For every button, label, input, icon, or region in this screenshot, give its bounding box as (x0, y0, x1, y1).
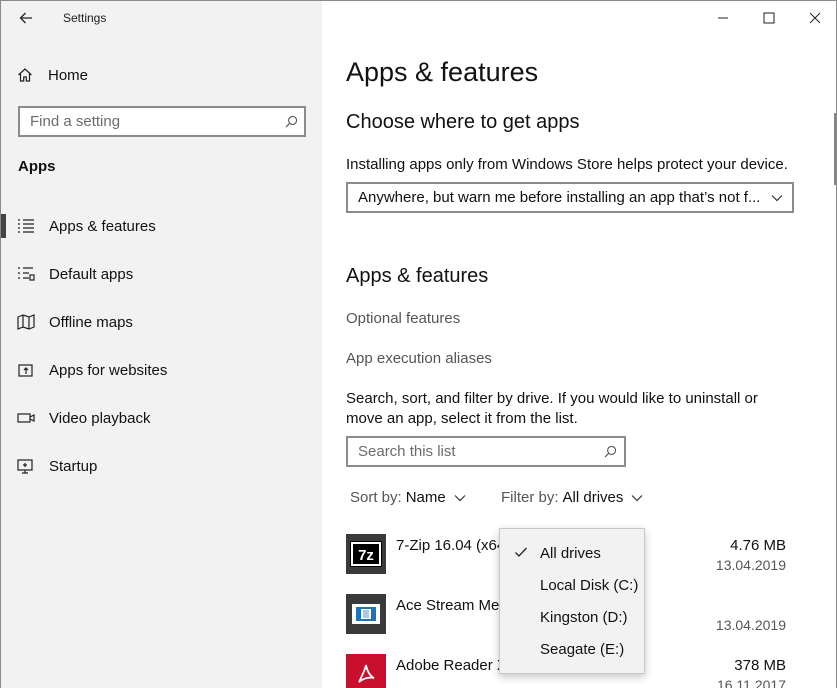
sidebar-item-label: Apps for websites (49, 361, 168, 379)
home-label: Home (48, 66, 89, 84)
drive-option-all-drives[interactable]: All drives (500, 537, 644, 569)
app-source-dropdown[interactable]: Anywhere, but warn me before installing … (346, 182, 794, 213)
video-playback-icon (17, 413, 35, 423)
app-name: Adobe Reader X (396, 657, 507, 674)
startup-icon (17, 459, 33, 474)
filter-label: Filter by: (501, 489, 559, 506)
drive-option-kingston-d[interactable]: Kingston (D:) (500, 601, 644, 633)
choose-where-heading: Choose where to get apps (346, 111, 580, 133)
home-icon (18, 68, 32, 82)
sidebar-item-label: Video playback (49, 409, 151, 427)
drive-option-label: All drives (540, 544, 601, 562)
offline-maps-icon (17, 314, 35, 330)
sidebar: Settings Home Apps Apps & features Defau… (1, 1, 322, 688)
choose-where-description: Installing apps only from Windows Store … (346, 156, 788, 173)
chevron-down-icon (454, 494, 466, 502)
chevron-down-icon (762, 194, 792, 202)
drive-option-label: Seagate (E:) (540, 640, 625, 658)
sidebar-item-label: Offline maps (49, 313, 133, 331)
minimize-icon (718, 17, 728, 19)
app-source-value: Anywhere, but warn me before installing … (358, 189, 761, 206)
sidebar-item-startup[interactable]: Startup (1, 449, 322, 483)
7zip-icon: 7z (346, 534, 386, 574)
app-name: 7-Zip 16.04 (x64 (396, 537, 506, 554)
maximize-icon (763, 12, 775, 24)
back-button[interactable] (11, 7, 41, 29)
apps-features-heading: Apps & features (346, 265, 489, 287)
page-title: Apps & features (346, 57, 539, 87)
sidebar-item-label: Default apps (49, 265, 134, 283)
search-list-input[interactable] (348, 443, 596, 460)
search-description-line1: Search, sort, and filter by drive. If yo… (346, 390, 758, 407)
sidebar-item-offline-maps[interactable]: Offline maps (1, 305, 322, 339)
search-icon[interactable] (278, 115, 304, 128)
close-icon (809, 12, 821, 24)
chevron-down-icon (631, 494, 643, 502)
svg-text:7z: 7z (358, 547, 374, 564)
drive-option-seagate-e[interactable]: Seagate (E:) (500, 633, 644, 665)
apps-features-icon (18, 219, 34, 233)
app-date: 13.04.2019 (715, 557, 786, 573)
app-size: 4.76 MB (730, 537, 786, 554)
sort-value: Name (405, 489, 446, 506)
back-arrow-icon (19, 12, 32, 24)
filter-value: All drives (562, 489, 624, 506)
optional-features-link[interactable]: Optional features (346, 310, 460, 327)
search-list-box[interactable] (346, 436, 626, 467)
settings-window: Settings Home Apps Apps & features Defau… (0, 0, 837, 688)
adobe-reader-icon (346, 654, 386, 688)
drive-option-label: Local Disk (C:) (540, 576, 639, 594)
drive-option-local-disk-c[interactable]: Local Disk (C:) (500, 569, 644, 601)
find-setting-search[interactable] (18, 106, 306, 137)
find-setting-input[interactable] (20, 113, 278, 130)
title-bar: Settings (1, 1, 322, 35)
minimize-button[interactable] (700, 1, 746, 35)
sidebar-item-home[interactable]: Home (17, 63, 88, 87)
checkmark-icon (515, 547, 527, 557)
window-controls (700, 1, 836, 35)
section-label-apps: Apps (18, 158, 56, 175)
search-description-line2: move an app, select it from the list. (346, 410, 578, 427)
apps-for-websites-icon (18, 364, 33, 377)
app-name: Ace Stream Med (396, 597, 508, 614)
search-icon[interactable] (596, 445, 624, 458)
app-execution-aliases-link[interactable]: App execution aliases (346, 350, 492, 367)
sidebar-item-apps-features[interactable]: Apps & features (1, 209, 322, 243)
drive-filter-menu: All drives Local Disk (C:) Kingston (D:)… (499, 528, 645, 674)
ace-stream-icon (346, 594, 386, 634)
filter-by-control[interactable]: Filter by: All drives (501, 489, 643, 506)
sidebar-item-apps-for-websites[interactable]: Apps for websites (1, 353, 322, 387)
sidebar-item-label: Apps & features (49, 217, 156, 235)
close-button[interactable] (792, 1, 836, 35)
app-size: 378 MB (734, 657, 786, 674)
sort-by-control[interactable]: Sort by: Name (350, 489, 466, 506)
sidebar-item-video-playback[interactable]: Video playback (1, 401, 322, 435)
scrollbar-thumb[interactable] (834, 113, 836, 185)
sidebar-item-label: Startup (49, 457, 98, 475)
app-date: 13.04.2019 (715, 617, 786, 633)
sidebar-item-default-apps[interactable]: Default apps (1, 257, 322, 291)
app-date: 16.11.2017 (716, 677, 786, 688)
drive-option-label: Kingston (D:) (540, 608, 628, 626)
window-title: Settings (63, 11, 107, 25)
default-apps-icon (18, 267, 35, 281)
maximize-button[interactable] (746, 1, 792, 35)
sort-label: Sort by: (350, 489, 402, 506)
